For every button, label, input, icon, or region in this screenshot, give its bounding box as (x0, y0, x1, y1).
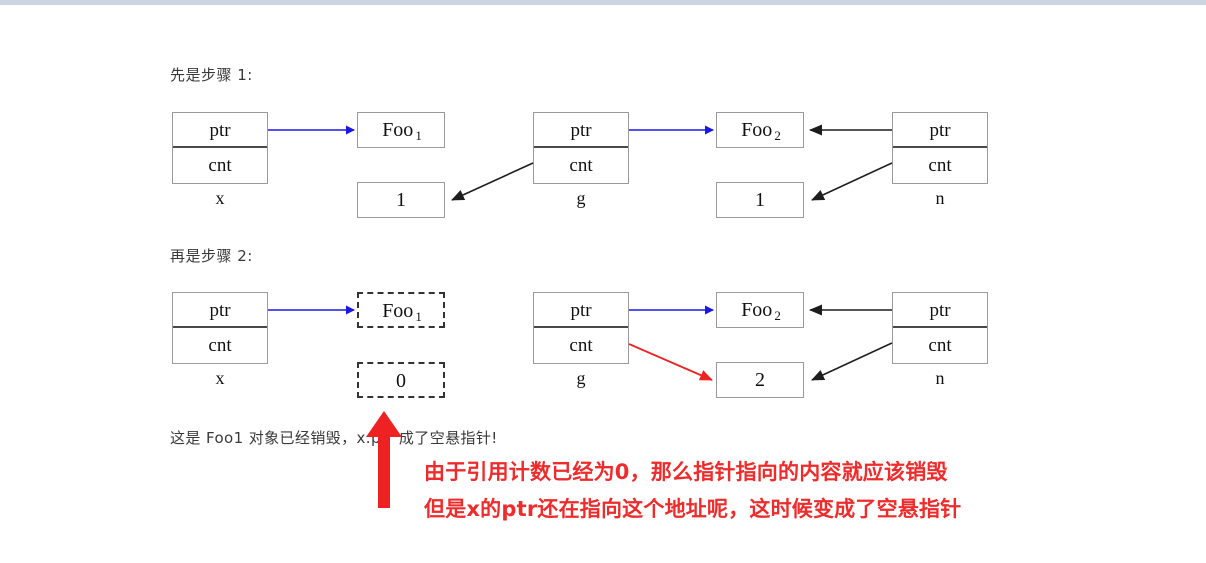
step2-foo2-subscript: 2 (774, 308, 781, 323)
step2-foo1-count-box: 0 (357, 362, 445, 398)
step1-g-struct: ptr cnt (533, 112, 629, 184)
step2-n-cnt-row: cnt (928, 335, 952, 356)
step1-x-label: x (215, 188, 225, 208)
step2-n-struct: ptr cnt (892, 292, 988, 364)
step1-foo2-count-box: 1 (716, 182, 804, 218)
step2-foo1-destroyed-box: Foo 1 (357, 292, 445, 328)
step1-g-ptr-row: ptr (534, 113, 628, 148)
red-annotation-line-2: 但是x的ptr还在指向这个地址呢，这时候变成了空悬指针 (424, 497, 962, 521)
step2-n-label: n (935, 368, 945, 388)
step2-g-ptr-row: ptr (534, 293, 628, 328)
caption-note: 这是 Foo1 对象已经销毁，x.ptr 成了空悬指针! (170, 429, 498, 447)
step1-foo2-name: Foo (741, 119, 773, 141)
step1-foo1-count-box: 1 (357, 182, 445, 218)
step2-n-ptr-row: ptr (893, 293, 987, 328)
step2-g-label: g (576, 368, 586, 388)
step1-foo1-subscript: 1 (415, 128, 422, 143)
step2-x-struct: ptr cnt (172, 292, 268, 364)
step2-heading: 再是步骤 2: (170, 247, 253, 265)
step1-g-cnt-row: cnt (569, 155, 593, 176)
step1-foo2-subscript: 2 (774, 128, 781, 143)
step2-x-ptr-row: ptr (173, 293, 267, 328)
step1-x-cnt-row: cnt (208, 155, 232, 176)
red-annotation-line-1: 由于引用计数已经为0，那么指针指向的内容就应该销毁 (424, 460, 948, 484)
step1-n-struct: ptr cnt (892, 112, 988, 184)
step2-foo2-count-box: 2 (716, 362, 804, 398)
diagram-canvas: 先是步骤 1: ptr cnt x Foo 1 1 ptr cnt g Foo 2 … (0, 0, 1206, 563)
step2-foo2-name: Foo (741, 299, 773, 321)
step2-g-cnt-row: cnt (569, 335, 593, 356)
step1-foo1-name: Foo (382, 119, 414, 141)
step1-g-label: g (576, 188, 586, 208)
step1-heading: 先是步骤 1: (170, 66, 253, 84)
step2-foo2-box: Foo 2 (716, 292, 804, 328)
step1-n-ptr-row: ptr (893, 113, 987, 148)
step2-x-label: x (215, 368, 225, 388)
step1-n-cnt-row: cnt (928, 155, 952, 176)
step1-n-label: n (935, 188, 945, 208)
step1-x-ptr-row: ptr (173, 113, 267, 148)
step2-x-cnt-row: cnt (208, 335, 232, 356)
step1-x-struct: ptr cnt (172, 112, 268, 184)
step2-foo1-name: Foo (382, 300, 414, 322)
step2-foo1-subscript: 1 (415, 309, 422, 324)
step1-foo2-box: Foo 2 (716, 112, 804, 148)
step2-g-struct: ptr cnt (533, 292, 629, 364)
step1-foo1-box: Foo 1 (357, 112, 445, 148)
